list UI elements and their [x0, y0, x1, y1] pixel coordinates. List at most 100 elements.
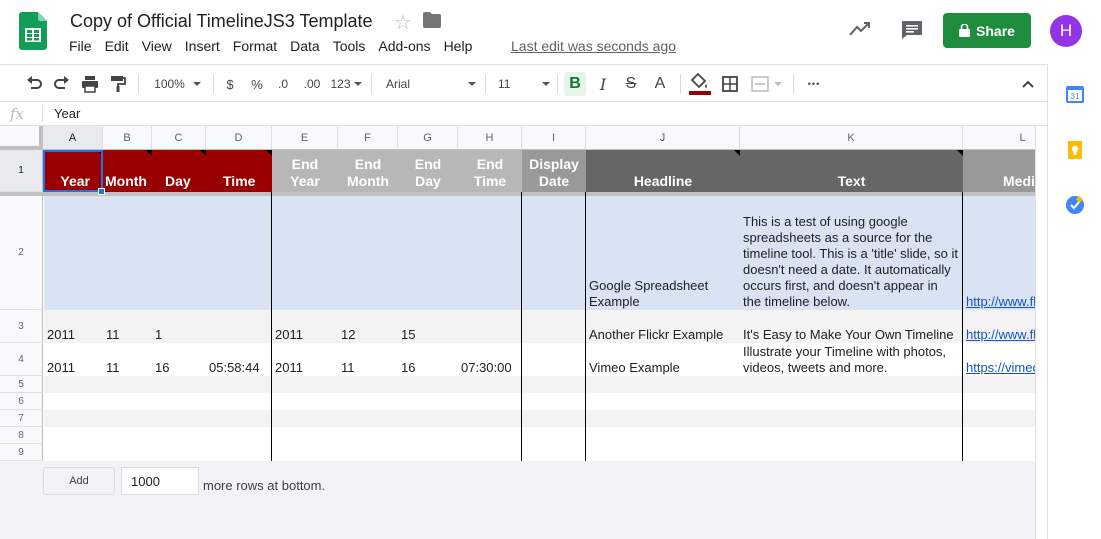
cell-h4[interactable]: 07:30:00: [461, 360, 512, 375]
header-cell-end-time[interactable]: End Time: [458, 150, 522, 192]
cell-b4[interactable]: 11: [106, 360, 120, 375]
column-header-d[interactable]: D: [206, 126, 272, 150]
folder-icon[interactable]: [423, 12, 441, 28]
select-all-corner[interactable]: [0, 126, 43, 150]
cell-g4[interactable]: 16: [401, 360, 415, 375]
column-header-f[interactable]: F: [338, 126, 398, 150]
bold-button[interactable]: B: [564, 72, 586, 96]
row-header-9[interactable]: 9: [0, 444, 43, 461]
text-color-button[interactable]: A: [651, 74, 669, 94]
number-format-select[interactable]: 123: [329, 74, 363, 94]
undo-icon[interactable]: [24, 74, 44, 94]
star-icon[interactable]: ☆: [394, 10, 412, 35]
formula-input[interactable]: Year: [54, 106, 80, 121]
strikethrough-button[interactable]: S: [622, 74, 640, 94]
column-header-l[interactable]: L: [963, 126, 1035, 150]
percent-format-button[interactable]: %: [249, 74, 265, 94]
paint-format-icon[interactable]: [108, 74, 128, 94]
cell-e4[interactable]: 2011: [275, 360, 303, 375]
row-header-7[interactable]: 7: [0, 410, 43, 427]
cell-l4-link[interactable]: https://vimeo: [966, 360, 1035, 375]
italic-button[interactable]: I: [594, 74, 612, 94]
cell-a3[interactable]: 2011: [47, 327, 75, 342]
currency-format-button[interactable]: $: [222, 74, 238, 94]
row-header-6[interactable]: 6: [0, 393, 43, 410]
cell-e3[interactable]: 2011: [275, 327, 303, 342]
font-size-select[interactable]: 11: [498, 74, 550, 94]
column-header-k[interactable]: K: [740, 126, 963, 150]
activity-trend-icon[interactable]: [849, 21, 871, 37]
header-cell-day[interactable]: Day: [152, 150, 206, 192]
decrease-decimal-button[interactable]: .0: [273, 74, 293, 94]
add-rows-button[interactable]: Add: [43, 467, 115, 495]
last-edit-link[interactable]: Last edit was seconds ago: [511, 38, 676, 54]
header-cell-end-day[interactable]: End Day: [398, 150, 458, 192]
cell-j4[interactable]: Vimeo Example: [589, 360, 680, 375]
borders-icon[interactable]: [721, 74, 739, 94]
increase-decimal-button[interactable]: .00: [300, 74, 324, 94]
cell-c3[interactable]: 1: [155, 327, 162, 342]
calendar-icon[interactable]: 31: [1065, 84, 1085, 104]
keep-icon[interactable]: [1065, 140, 1085, 160]
menu-file[interactable]: File: [69, 38, 97, 54]
merge-dropdown[interactable]: [772, 74, 784, 94]
header-cell-month[interactable]: Month: [103, 150, 152, 192]
collapse-chevron-up-icon[interactable]: [1020, 74, 1036, 94]
row-header-5[interactable]: 5: [0, 376, 43, 393]
menu-format[interactable]: Format: [233, 38, 282, 54]
spreadsheet-grid[interactable]: A B C D E F G H I J K L 1 2 3 4 5 6 7 8 …: [0, 126, 1035, 461]
fill-color-icon[interactable]: [689, 72, 711, 96]
row-header-4[interactable]: 4: [0, 343, 43, 376]
cell-k3[interactable]: It's Easy to Make Your Own Timeline: [743, 327, 954, 342]
cell-d4[interactable]: 05:58:44: [209, 360, 260, 375]
column-header-e[interactable]: E: [272, 126, 338, 150]
redo-icon[interactable]: [52, 74, 72, 94]
column-header-g[interactable]: G: [398, 126, 458, 150]
cell-a4[interactable]: 2011: [47, 360, 75, 375]
menu-data[interactable]: Data: [290, 38, 325, 54]
row-header-2[interactable]: 2: [0, 196, 43, 310]
row-header-8[interactable]: 8: [0, 427, 43, 444]
vertical-scrollbar[interactable]: [1035, 126, 1047, 539]
fill-handle[interactable]: [98, 188, 105, 195]
cell-g3[interactable]: 15: [401, 327, 415, 342]
cell-l3-link[interactable]: http://www.fli: [966, 327, 1035, 342]
comment-icon[interactable]: [901, 20, 923, 40]
document-title[interactable]: Copy of Official TimelineJS3 Template: [70, 11, 372, 32]
header-cell-time[interactable]: Time: [206, 150, 272, 192]
row-header-3[interactable]: 3: [0, 310, 43, 343]
row-header-1[interactable]: 1: [0, 150, 43, 192]
header-cell-media[interactable]: Medi: [963, 150, 1035, 192]
print-icon[interactable]: [80, 74, 100, 94]
column-header-b[interactable]: B: [103, 126, 152, 150]
menu-addons[interactable]: Add-ons: [378, 38, 435, 54]
menu-help[interactable]: Help: [444, 38, 478, 54]
column-header-c[interactable]: C: [152, 126, 206, 150]
tasks-icon[interactable]: [1065, 195, 1085, 215]
merge-cells-icon[interactable]: [750, 74, 770, 94]
menu-insert[interactable]: Insert: [185, 38, 225, 54]
cell-j3[interactable]: Another Flickr Example: [589, 327, 723, 342]
header-cell-text[interactable]: Text: [740, 150, 963, 192]
header-cell-end-month[interactable]: End Month: [338, 150, 398, 192]
cell-j2[interactable]: Google Spreadsheet Example: [589, 278, 708, 310]
cell-f4[interactable]: 11: [341, 360, 355, 375]
cell-k4[interactable]: Illustrate your Timeline with photos, vi…: [743, 344, 946, 376]
rows-count-input[interactable]: [121, 467, 199, 495]
cell-l2-link[interactable]: http://www.fli: [966, 294, 1035, 309]
font-family-select[interactable]: Arial: [386, 74, 476, 94]
cell-b3[interactable]: 11: [106, 327, 120, 342]
zoom-select[interactable]: 100%: [150, 74, 205, 94]
header-cell-display-date[interactable]: Display Date: [522, 150, 586, 192]
header-cell-headline[interactable]: Headline: [586, 150, 740, 192]
menu-edit[interactable]: Edit: [105, 38, 134, 54]
cell-f3[interactable]: 12: [341, 327, 355, 342]
share-button[interactable]: Share: [943, 13, 1031, 48]
column-header-i[interactable]: I: [522, 126, 586, 150]
menu-view[interactable]: View: [142, 38, 177, 54]
header-cell-end-year[interactable]: End Year: [272, 150, 338, 192]
column-header-h[interactable]: H: [458, 126, 522, 150]
cell-c4[interactable]: 16: [155, 360, 169, 375]
column-header-j[interactable]: J: [586, 126, 740, 150]
account-avatar[interactable]: H: [1050, 15, 1082, 47]
